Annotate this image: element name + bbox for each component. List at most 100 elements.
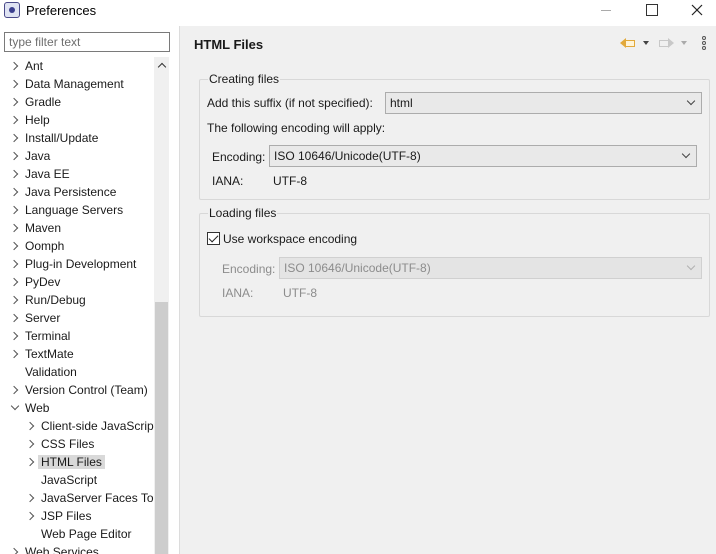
preference-page: HTML Files Creating files Add this suffi… [180,26,716,554]
tree-item-label: Java EE [25,167,70,181]
chevron-right-icon[interactable] [10,133,20,143]
forward-dropdown-icon[interactable] [681,41,687,45]
filter-input[interactable] [4,32,170,52]
tree-item[interactable]: Terminal [0,328,154,346]
tree-item[interactable]: JavaServer Faces Tools [0,490,154,508]
tree-item[interactable]: Run/Debug [0,292,154,310]
tree-item[interactable]: Gradle [0,94,154,112]
tree-item-label: Plug-in Development [25,257,137,271]
chevron-right-icon[interactable] [10,205,20,215]
tree-item[interactable]: Client-side JavaScript [0,418,154,436]
chevron-right-icon[interactable] [10,151,20,161]
chevron-right-icon[interactable] [10,277,20,287]
chevron-down-icon [683,152,690,159]
creating-files-title: Creating files [208,72,281,86]
tree-item[interactable]: TextMate [0,346,154,364]
tree-item[interactable]: Maven [0,220,154,238]
maximize-button[interactable] [628,0,674,20]
title-bar: Preferences [0,0,716,22]
chevron-right-icon[interactable] [10,385,20,395]
tree-item-label: JavaScript [41,473,98,487]
page-title: HTML Files [194,37,264,52]
tree-item[interactable]: Java [0,148,154,166]
chevron-down-icon[interactable] [10,403,20,413]
tree-item[interactable]: Web [0,400,154,418]
minimize-button[interactable] [582,0,628,20]
chevron-right-icon[interactable] [10,61,20,71]
tree-item-label: TextMate [25,347,74,361]
tree-item-label: Maven [25,221,62,235]
chevron-right-icon[interactable] [10,313,20,323]
tree-item[interactable]: Web Page Editor [0,526,154,544]
tree-item-label: Java [25,149,51,163]
tree-item[interactable]: Web Services [0,544,154,554]
tree-item[interactable]: Java EE [0,166,154,184]
chevron-right-icon[interactable] [10,187,20,197]
tree-item[interactable]: Validation [0,364,154,382]
scroll-up-icon[interactable] [157,61,166,70]
suffix-combo[interactable]: html [385,92,702,114]
tree-item-label: JavaServer Faces Tools [41,491,154,505]
preferences-tree: Ant Data Management Gradle Help Install/Upda… [0,57,154,554]
back-arrow-icon[interactable] [620,36,636,50]
scroll-thumb[interactable] [155,302,168,554]
tree-item[interactable]: Ant [0,58,154,76]
tree-item-label: Validation [25,365,77,379]
tree-item[interactable]: Data Management [0,76,154,94]
preferences-navigation: Ant Data Management Gradle Help Install/Upda… [0,26,176,554]
chevron-right-icon[interactable] [10,331,20,341]
close-icon [691,4,703,16]
forward-arrow-icon[interactable] [658,36,674,50]
use-workspace-encoding-checkbox[interactable] [207,232,220,245]
chevron-right-icon[interactable] [10,547,20,554]
chevron-right-icon[interactable] [10,79,20,89]
tree-item-label: Web Services [25,545,99,554]
chevron-right-icon[interactable] [10,115,20,125]
tree-item[interactable]: Language Servers [0,202,154,220]
chevron-right-icon[interactable] [26,493,36,503]
tree-item[interactable]: JSP Files [0,508,154,526]
chevron-right-icon[interactable] [10,241,20,251]
loading-files-title: Loading files [208,206,278,220]
back-dropdown-icon[interactable] [643,41,649,45]
tree-item[interactable]: Java Persistence [0,184,154,202]
creating-encoding-combo[interactable]: ISO 10646/Unicode(UTF-8) [269,145,697,167]
tree-item[interactable]: Server [0,310,154,328]
tree-item[interactable]: Version Control (Team) [0,382,154,400]
creating-encoding-value: ISO 10646/Unicode(UTF-8) [274,149,421,163]
tree-item[interactable]: Help [0,112,154,130]
encoding-note: The following encoding will apply: [207,121,386,135]
suffix-label: Add this suffix (if not specified): [207,96,373,110]
chevron-right-icon[interactable] [26,439,36,449]
tree-item[interactable]: Plug-in Development [0,256,154,274]
tree-item-label: CSS Files [41,437,95,451]
chevron-right-icon[interactable] [26,511,36,521]
tree-item[interactable]: HTML Files [0,454,154,472]
tree-item-label: Oomph [25,239,65,253]
chevron-right-icon[interactable] [10,295,20,305]
tree-item-label: Version Control (Team) [25,383,148,397]
tree-item-label: Client-side JavaScript [41,419,154,433]
use-workspace-encoding-label[interactable]: Use workspace encoding [223,232,357,246]
tree-item[interactable]: JavaScript [0,472,154,490]
tree-item-label: Java Persistence [25,185,117,199]
chevron-right-icon[interactable] [10,349,20,359]
close-button[interactable] [674,0,716,20]
tree-item-label: Server [25,311,61,325]
chevron-right-icon[interactable] [26,421,36,431]
suffix-value: html [390,96,413,110]
tree-item[interactable]: Oomph [0,238,154,256]
view-menu-icon[interactable] [702,36,706,52]
chevron-right-icon[interactable] [10,223,20,233]
chevron-right-icon[interactable] [10,259,20,269]
tree-item[interactable]: Install/Update [0,130,154,148]
chevron-right-icon[interactable] [26,457,36,467]
eclipse-app-icon [4,2,20,18]
tree-item[interactable]: CSS Files [0,436,154,454]
tree-item[interactable]: PyDev [0,274,154,292]
tree-scrollbar[interactable] [154,57,169,554]
chevron-right-icon[interactable] [10,169,20,179]
loading-iana-label: IANA: [222,286,254,300]
chevron-right-icon[interactable] [10,97,20,107]
loading-encoding-combo: ISO 10646/Unicode(UTF-8) [279,257,702,279]
